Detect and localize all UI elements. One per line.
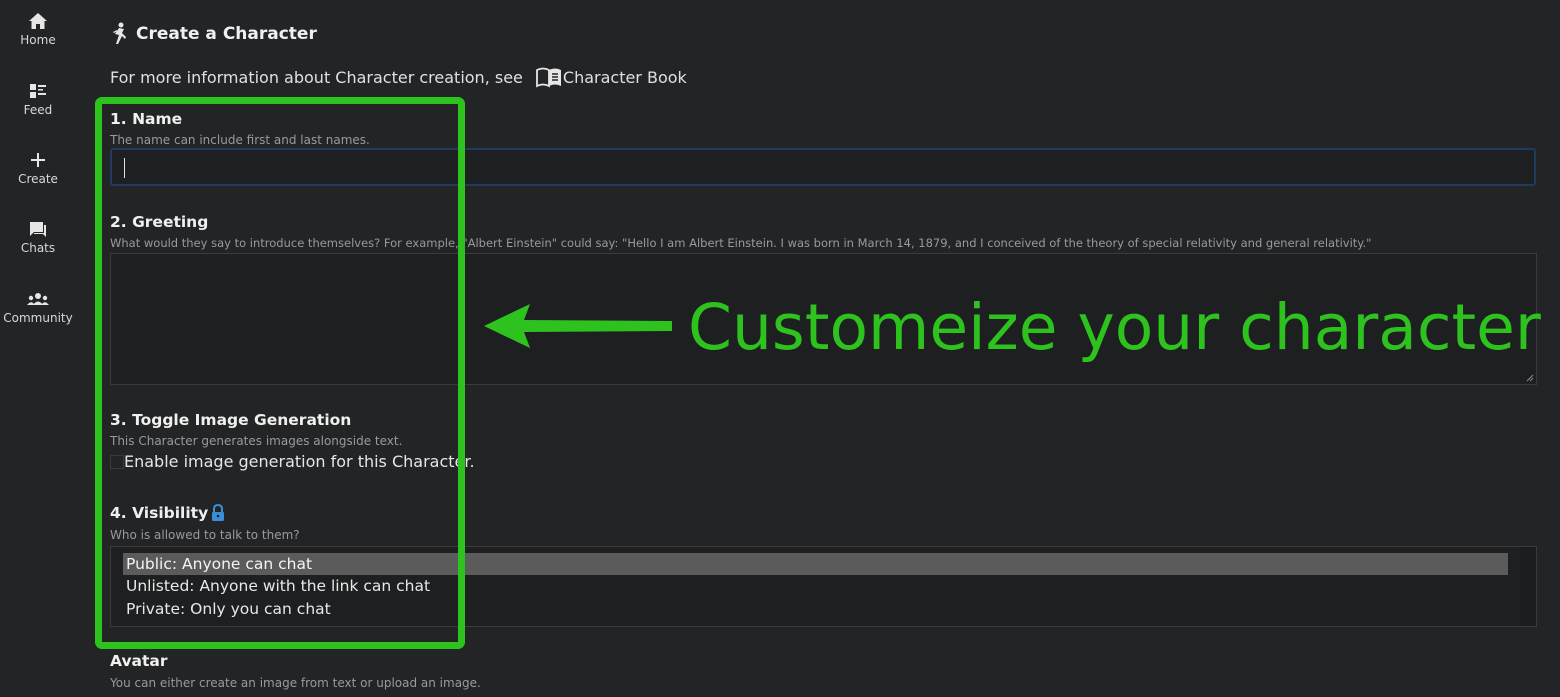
sidebar-item-home[interactable]: Home [0, 12, 76, 47]
visibility-section-title: 4. Visibility [110, 504, 226, 522]
image-generation-checkbox[interactable] [110, 454, 124, 469]
image-generation-toggle[interactable]: Enable image generation for this Charact… [110, 452, 475, 471]
sidebar-item-community[interactable]: Community [0, 290, 76, 325]
home-icon [29, 13, 47, 29]
character-book-link[interactable]: Character Book [535, 66, 687, 88]
visibility-title-text: 4. Visibility [110, 504, 209, 522]
visibility-scrollbar[interactable] [1520, 547, 1536, 626]
visibility-hint: Who is allowed to talk to them? [110, 528, 300, 542]
visibility-option-public[interactable]: Public: Anyone can chat [123, 553, 1508, 575]
sidebar-item-label: Create [18, 172, 58, 186]
lock-icon [212, 504, 225, 521]
visibility-option-private[interactable]: Private: Only you can chat [123, 598, 1508, 620]
chat-icon [30, 222, 46, 237]
name-section-title: 1. Name [110, 110, 183, 128]
page-header: Create a Character [110, 22, 317, 46]
sidebar: Home Feed Create Chats Community [0, 0, 76, 697]
greeting-section-title: 2. Greeting [110, 213, 209, 231]
person-icon [113, 22, 126, 44]
sidebar-item-label: Community [3, 311, 73, 325]
image-generation-section-title: 3. Toggle Image Generation [110, 411, 352, 429]
annotation-text: Customeize your character [688, 291, 1541, 364]
resize-grip-icon[interactable] [1526, 374, 1534, 382]
character-book-label: Character Book [562, 67, 687, 87]
annotation-arrow-icon [484, 304, 672, 348]
feed-icon [30, 84, 46, 98]
image-generation-label: Enable image generation for this Charact… [124, 452, 475, 471]
sidebar-item-label: Home [20, 33, 56, 47]
avatar-hint: You can either create an image from text… [110, 676, 481, 690]
info-text-row: For more information about Character cre… [110, 66, 687, 88]
text-caret [124, 158, 125, 178]
visibility-option-unlisted[interactable]: Unlisted: Anyone with the link can chat [123, 575, 1508, 597]
page-title: Create a Character [136, 24, 317, 44]
sidebar-item-create[interactable]: Create [0, 151, 76, 186]
greeting-hint: What would they say to introduce themsel… [110, 236, 1372, 250]
avatar-section-title: Avatar [110, 652, 168, 670]
book-icon [535, 67, 561, 88]
name-input[interactable] [110, 148, 1536, 186]
sidebar-item-feed[interactable]: Feed [0, 82, 76, 117]
community-icon [27, 293, 49, 305]
sidebar-item-label: Feed [23, 103, 53, 117]
sidebar-item-chats[interactable]: Chats [0, 220, 76, 255]
plus-icon [31, 153, 45, 167]
visibility-select[interactable]: Public: Anyone can chat Unlisted: Anyone… [110, 546, 1537, 627]
name-hint: The name can include first and last name… [110, 133, 370, 147]
image-generation-hint: This Character generates images alongsid… [110, 434, 403, 448]
sidebar-item-label: Chats [20, 241, 56, 255]
info-text: For more information about Character cre… [110, 67, 523, 87]
